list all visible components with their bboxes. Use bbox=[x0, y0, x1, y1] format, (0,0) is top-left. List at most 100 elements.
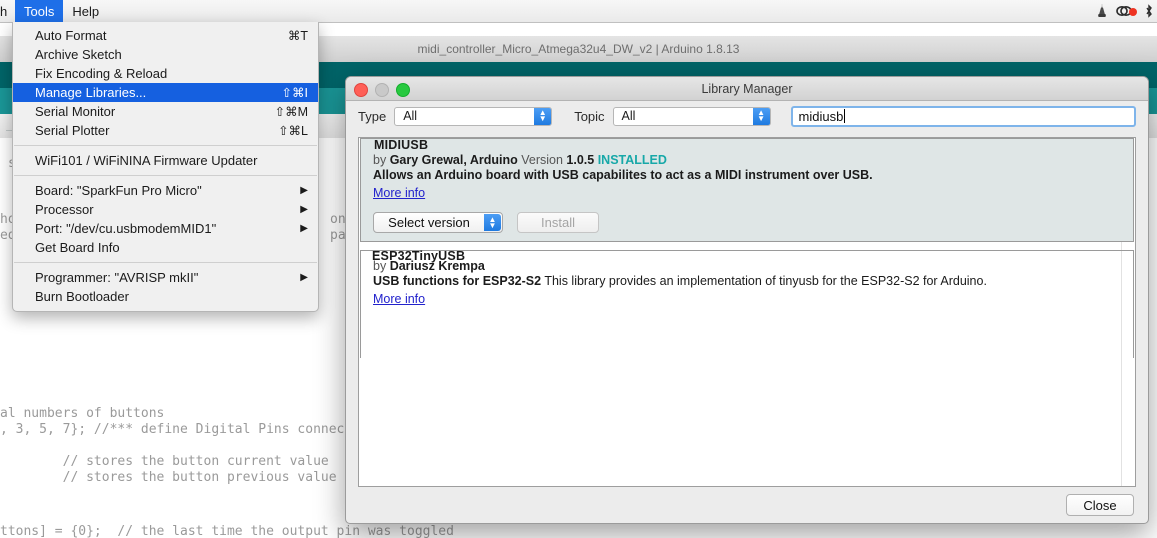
search-input[interactable]: midiusb bbox=[790, 105, 1136, 127]
code-fragment: // stores the button previous value bbox=[0, 470, 337, 485]
library-entry-body: by Gary Grewal, Arduino Version 1.0.5 IN… bbox=[361, 139, 1133, 241]
menubar-item-help[interactable]: Help bbox=[63, 0, 108, 22]
menu-separator bbox=[14, 262, 317, 263]
code-fragment: // stores the button current value bbox=[0, 454, 329, 469]
type-filter-label: Type bbox=[358, 108, 387, 124]
menu-item-shortcut: ⌘T bbox=[287, 29, 308, 43]
library-manager-filters: Type All ▲ ▼ Topic All ▲ ▼ midiusb bbox=[346, 100, 1148, 132]
search-input-value: midiusb bbox=[798, 108, 844, 124]
more-info-link[interactable]: More info bbox=[373, 292, 425, 306]
library-results-list[interactable]: MIDIUSB by Gary Grewal, Arduino Version … bbox=[358, 137, 1136, 487]
code-fragment: al numbers of buttons bbox=[0, 406, 165, 421]
submenu-arrow-icon: ▶ bbox=[300, 222, 308, 234]
menu-item-shortcut: ⇧⌘I bbox=[281, 86, 308, 100]
vlc-cone-icon[interactable] bbox=[1095, 3, 1109, 19]
code-fragment: , 3, 5, 7}; //*** define Digital Pins co… bbox=[0, 422, 384, 437]
close-button[interactable]: Close bbox=[1066, 494, 1134, 516]
menubar-item-tools[interactable]: Tools bbox=[15, 0, 64, 22]
close-window-button[interactable] bbox=[354, 83, 368, 97]
library-manager-dialog: Library Manager Type All ▲ ▼ Topic All ▲ ▼… bbox=[345, 76, 1149, 524]
menu-item-fix-encoding-reload[interactable]: Fix Encoding & Reload bbox=[13, 64, 318, 83]
library-entry-frame: by Dariusz Krempa USB functions for ESP3… bbox=[360, 250, 1134, 358]
library-manager-title: Library Manager bbox=[701, 81, 793, 96]
menu-item-processor[interactable]: Processor ▶ bbox=[13, 200, 318, 219]
menu-item-board[interactable]: Board: "SparkFun Pro Micro" ▶ bbox=[13, 181, 318, 200]
library-manager-titlebar[interactable]: Library Manager bbox=[346, 77, 1148, 101]
library-description: Allows an Arduino board with USB capabil… bbox=[373, 168, 1121, 182]
library-description-bold: Allows an Arduino board with USB capabil… bbox=[373, 168, 873, 182]
bluetooth-icon[interactable] bbox=[1145, 4, 1153, 18]
menubar-status-area bbox=[1095, 0, 1157, 22]
menu-item-label: WiFi101 / WiFiNINA Firmware Updater bbox=[35, 153, 258, 168]
type-filter-value: All bbox=[403, 109, 418, 123]
menu-item-serial-monitor[interactable]: Serial Monitor ⇧⌘M bbox=[13, 102, 318, 121]
text-caret bbox=[844, 109, 846, 123]
menubar-item-sketch-clipped[interactable]: h bbox=[0, 0, 15, 22]
tools-dropdown-menu: Auto Format ⌘T Archive Sketch Fix Encodi… bbox=[12, 22, 319, 312]
submenu-arrow-icon: ▶ bbox=[300, 203, 308, 215]
version-prefix: Version bbox=[521, 153, 563, 167]
topic-filter-value: All bbox=[621, 109, 636, 123]
menu-item-label: Archive Sketch bbox=[35, 47, 122, 62]
menu-item-label: Get Board Info bbox=[35, 240, 120, 255]
menu-item-label: Fix Encoding & Reload bbox=[35, 66, 168, 81]
menu-item-port[interactable]: Port: "/dev/cu.usbmodemMID1" ▶ bbox=[13, 219, 318, 238]
window-controls bbox=[354, 83, 410, 97]
menu-item-wifi-firmware-updater[interactable]: WiFi101 / WiFiNINA Firmware Updater bbox=[13, 151, 318, 170]
more-info-link[interactable]: More info bbox=[373, 186, 425, 200]
code-fragment: ttons] = {0}; // the last time the outpu… bbox=[0, 524, 454, 538]
submenu-arrow-icon: ▶ bbox=[300, 184, 308, 196]
library-entry-actions: Select version ▲ ▼ Install bbox=[373, 212, 1121, 233]
library-description-bold: USB functions for ESP32-S2 bbox=[373, 274, 542, 288]
menu-item-label: Port: "/dev/cu.usbmodemMID1" bbox=[35, 221, 217, 236]
library-entry-esp32tinyusb[interactable]: ESP32TinyUSB by Dariusz Krempa USB funct… bbox=[359, 249, 1135, 358]
menu-item-serial-plotter[interactable]: Serial Plotter ⇧⌘L bbox=[13, 121, 318, 140]
library-entry-body: by Dariusz Krempa USB functions for ESP3… bbox=[361, 251, 1133, 322]
library-entry-midiusb[interactable]: MIDIUSB by Gary Grewal, Arduino Version … bbox=[360, 138, 1134, 242]
chevron-updown-icon: ▲ ▼ bbox=[484, 214, 501, 231]
library-entry-meta: by Dariusz Krempa bbox=[373, 259, 1121, 273]
menu-separator bbox=[14, 175, 317, 176]
macos-menubar: h Tools Help bbox=[0, 0, 1157, 23]
type-filter-select[interactable]: All ▲ ▼ bbox=[394, 106, 553, 126]
menu-item-label: Programmer: "AVRISP mkII" bbox=[35, 270, 199, 285]
zoom-window-button[interactable] bbox=[396, 83, 410, 97]
select-version-dropdown[interactable]: Select version ▲ ▼ bbox=[373, 212, 503, 233]
library-description: USB functions for ESP32-S2 This library … bbox=[373, 274, 1121, 288]
menu-item-label: Burn Bootloader bbox=[35, 289, 129, 304]
select-version-label: Select version bbox=[388, 215, 470, 230]
topic-filter-label: Topic bbox=[574, 108, 605, 124]
install-button: Install bbox=[517, 212, 599, 233]
arduino-window-title: midi_controller_Micro_Atmega32u4_DW_v2 |… bbox=[417, 42, 740, 56]
menu-item-auto-format[interactable]: Auto Format ⌘T bbox=[13, 26, 318, 45]
submenu-arrow-icon: ▶ bbox=[300, 271, 308, 283]
menu-separator bbox=[14, 145, 317, 146]
menu-item-label: Serial Monitor bbox=[35, 104, 116, 119]
topic-filter-select[interactable]: All ▲ ▼ bbox=[612, 106, 771, 126]
menu-item-burn-bootloader[interactable]: Burn Bootloader bbox=[13, 287, 318, 306]
menu-item-label: Manage Libraries... bbox=[35, 85, 147, 100]
library-entry-meta: by Gary Grewal, Arduino Version 1.0.5 IN… bbox=[373, 153, 1121, 167]
library-entry-name: ESP32TinyUSB bbox=[372, 249, 466, 263]
rescuetime-icon[interactable] bbox=[1116, 4, 1138, 18]
menu-item-manage-libraries[interactable]: Manage Libraries... ⇧⌘I bbox=[13, 83, 318, 102]
chevron-updown-icon: ▲ ▼ bbox=[752, 107, 770, 125]
menu-item-archive-sketch[interactable]: Archive Sketch bbox=[13, 45, 318, 64]
menu-item-label: Serial Plotter bbox=[35, 123, 110, 138]
chevron-updown-icon: ▲ ▼ bbox=[534, 107, 552, 125]
menu-item-shortcut: ⇧⌘L bbox=[278, 124, 308, 138]
library-manager-footer: Close bbox=[346, 487, 1148, 523]
by-prefix: by bbox=[373, 153, 387, 167]
library-version: 1.0.5 bbox=[566, 153, 595, 167]
minimize-window-button bbox=[375, 83, 389, 97]
installed-badge: INSTALLED bbox=[597, 153, 667, 167]
menu-item-get-board-info[interactable]: Get Board Info bbox=[13, 238, 318, 257]
library-description-rest: This library provides an implementation … bbox=[541, 274, 987, 288]
library-author: Gary Grewal, Arduino bbox=[389, 153, 518, 167]
menu-item-label: Auto Format bbox=[35, 28, 107, 43]
library-entry-name: MIDIUSB bbox=[374, 138, 429, 152]
menu-item-shortcut: ⇧⌘M bbox=[274, 105, 308, 119]
menu-item-label: Processor bbox=[35, 202, 94, 217]
menu-item-label: Board: "SparkFun Pro Micro" bbox=[35, 183, 202, 198]
menu-item-programmer[interactable]: Programmer: "AVRISP mkII" ▶ bbox=[13, 268, 318, 287]
